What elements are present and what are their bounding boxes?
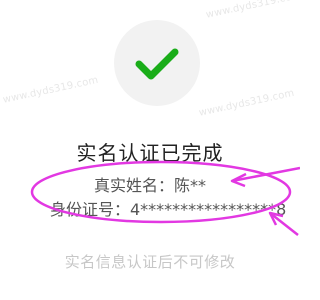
watermark: www.dyds319.com xyxy=(2,74,100,106)
success-icon-circle xyxy=(114,20,200,106)
check-icon xyxy=(135,48,179,80)
immutable-note: 实名信息认证后不可修改 xyxy=(64,253,236,271)
real-name-text: 真实姓名：陈** xyxy=(94,176,207,195)
verification-complete-screen: www.dyds319.com www.dyds319.com www.dyds… xyxy=(0,0,300,300)
annotation-arrow-upper xyxy=(230,166,300,188)
watermark: www.dyds319.com xyxy=(205,0,300,21)
watermark: www.dyds319.com xyxy=(198,87,296,119)
id-number-text: 身份证号：4*****************8 xyxy=(50,200,287,219)
status-title: 实名认证已完成 xyxy=(76,141,224,165)
